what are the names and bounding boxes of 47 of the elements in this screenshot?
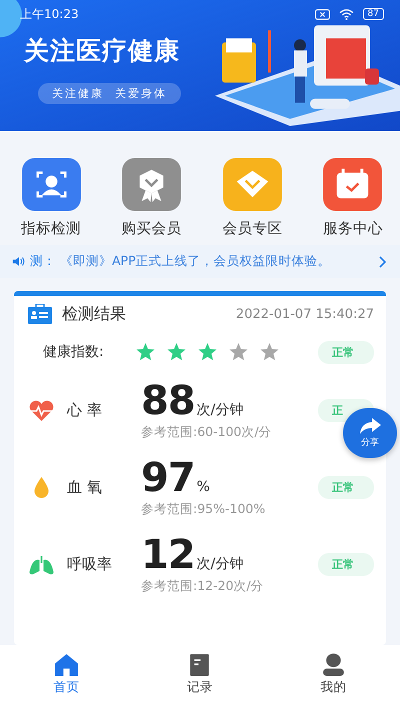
star-icon [198,343,217,361]
timestamp: 2022-01-07 15:40:27 [236,306,374,322]
metric-name: 血 氧 [67,478,102,497]
shortcut-label: 指标检测 [21,220,81,238]
announcement-prefix: 测： [30,253,56,270]
medical-kit-icon [28,304,52,324]
face-scan-icon[interactable] [20,158,82,211]
lungs-icon [28,554,55,576]
share-icon [359,418,381,434]
shortcut-label: 服务中心 [322,220,383,238]
heart-pulse-icon [28,400,55,422]
reference-range: 参考范围:60-100次/分 [141,424,273,441]
announcement-bar[interactable]: 测： 《即测》APP正式上线了，会员权益限时体验。 [0,245,400,278]
metric-value: 12 [141,534,195,576]
star-icon [260,343,279,361]
banner-title: 关注医疗健康 [24,35,180,67]
home-icon [54,653,80,676]
star-icon [229,343,248,361]
person-icon [320,653,346,676]
sim-icon [314,8,330,20]
star-icon [167,343,186,361]
status-tag: 正常 [318,340,374,364]
metric-unit: 次/分钟 [196,555,244,573]
banner-tagline: 关注健康 关爱身体 [38,83,181,104]
status-time: 上午10:23 [20,6,79,22]
metric-unit: 次/分钟 [196,401,244,419]
status-tag: 正常 [318,553,374,576]
metric-name: 呼吸率 [67,555,112,574]
metric-value: 88 [141,380,195,422]
metric-value: 97 [141,457,195,499]
battery-level: 87 [362,8,384,20]
wifi-icon [338,8,354,20]
section-title: 检测结果 [62,304,127,324]
chevron-right-icon [378,256,386,268]
shortcut-label: 会员专区 [222,220,282,238]
metric-name: 心 率 [67,401,102,420]
shortcut-label: 购买会员 [122,220,182,238]
speaker-icon [12,256,26,267]
status-tag: 正常 [318,476,374,499]
star-icon [136,343,155,361]
reference-range: 参考范围:12-20次/分 [141,578,265,595]
metric-unit: % [196,479,210,495]
health-index-label: 健康指数: [43,343,105,361]
announcement-text: 《即测》APP正式上线了，会员权益限时体验。 [60,253,332,270]
reference-range: 参考范围:95%-100% [141,501,266,518]
calendar-icon[interactable] [322,158,384,211]
ribbon-badge-icon[interactable] [121,158,182,211]
